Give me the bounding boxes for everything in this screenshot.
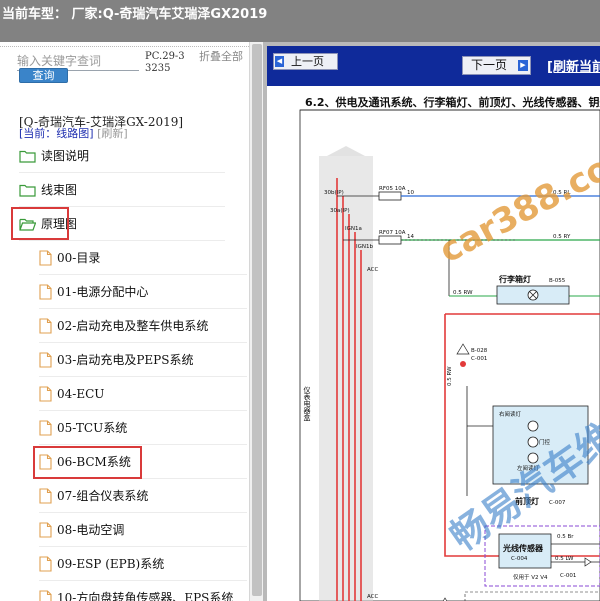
collapse-all-link[interactable]: 折叠全部 bbox=[199, 51, 243, 63]
fuse-rf07 bbox=[378, 235, 402, 245]
wiring-diagram: 30b(IP) 30a(IP) IGN1a IGN1b ACC RF05 10A… bbox=[299, 109, 600, 601]
pc-info-text: PC.29-33235 bbox=[145, 51, 185, 74]
tree-item-read-guide[interactable]: 读图说明 bbox=[19, 139, 225, 173]
title-bar: 当前车型： 厂家:Q-奇瑞汽车艾瑞泽GX2019 bbox=[0, 0, 600, 42]
connector-label-b028: B-028 bbox=[471, 348, 488, 354]
document-icon bbox=[39, 555, 52, 572]
tree-item-schematics[interactable]: 原理图 bbox=[19, 207, 225, 241]
wire-label-ry: 0.5 RY bbox=[553, 234, 571, 240]
light-sensor-code: C-004 bbox=[511, 556, 528, 562]
sidebar-scrollbar[interactable] bbox=[249, 42, 263, 601]
tree-item-00[interactable]: 00-目录 bbox=[39, 241, 247, 275]
diagram-viewer: ◀ 上一页 下一页 ▶ [刷新当前 30b(IP) 30a(IP) IGN1a … bbox=[263, 42, 600, 601]
sidebar-scroll-thumb[interactable] bbox=[252, 44, 262, 596]
tree-item-label: 04-ECU bbox=[57, 386, 105, 401]
wire-label-br: 0.5 Br bbox=[557, 534, 574, 540]
light-sensor-note: 仅用于 V2 V4 bbox=[513, 573, 548, 581]
document-icon bbox=[39, 419, 52, 436]
document-icon bbox=[39, 249, 52, 266]
tree-item-label: 06-BCM系统 bbox=[57, 455, 131, 469]
tree-item-09[interactable]: 09-ESP (EPB)系统 bbox=[39, 547, 247, 581]
search-button[interactable]: 查询 bbox=[19, 68, 68, 83]
current-vehicle-title: 当前车型： 厂家:Q-奇瑞汽车艾瑞泽GX2019 bbox=[2, 7, 268, 22]
prev-page-label: 上一页 bbox=[291, 55, 324, 68]
fuse-box-area bbox=[319, 156, 373, 601]
fuse-rf05 bbox=[378, 191, 402, 201]
tree-item-label: 01-电源分配中心 bbox=[57, 285, 149, 299]
tree-item-label: 05-TCU系统 bbox=[57, 421, 128, 435]
fuse-label-rf07: RF07 10A bbox=[379, 230, 406, 236]
connector-label-c001: C-001 bbox=[471, 356, 487, 362]
tree-item-07[interactable]: 07-组合仪表系统 bbox=[39, 479, 247, 513]
front-lamp-label: 前顶灯 bbox=[515, 496, 539, 506]
folder-open-icon bbox=[19, 218, 36, 231]
bottom-acc-label: ACC bbox=[367, 594, 379, 600]
document-icon bbox=[39, 487, 52, 504]
power-label-30a: 30a(IP) bbox=[330, 208, 350, 214]
fuse-box-side-label: 仪表电器盒 bbox=[303, 386, 311, 421]
arrow-right-icon: ▶ bbox=[518, 60, 528, 71]
power-label-ign1b: IGN1b bbox=[356, 244, 373, 250]
tree-item-04[interactable]: 04-ECU bbox=[39, 377, 247, 411]
next-page-label: 下一页 bbox=[471, 58, 508, 72]
tree-item-label: 原理图 bbox=[41, 217, 78, 231]
tree-item-label: 线束图 bbox=[41, 183, 78, 197]
trunk-lamp-label: 行李箱灯 bbox=[498, 274, 531, 284]
document-icon bbox=[39, 521, 52, 538]
wire-label-lw: 0.5 LW bbox=[555, 556, 574, 562]
tree-item-label: 读图说明 bbox=[41, 149, 90, 163]
tree-item-harness[interactable]: 线束图 bbox=[19, 173, 225, 207]
front-lamp-code: C-007 bbox=[549, 500, 566, 506]
tree-item-03[interactable]: 03-启动充电及PEPS系统 bbox=[39, 343, 247, 377]
sidebar-top-rule bbox=[0, 46, 249, 47]
wire-label-rl: 0.5 RL bbox=[553, 190, 571, 196]
tree-item-08[interactable]: 08-电动空调 bbox=[39, 513, 247, 547]
tree-item-05[interactable]: 05-TCU系统 bbox=[39, 411, 247, 445]
wire-label-rw-1: 0.5 RW bbox=[453, 290, 473, 296]
connector-label-c001-2: C-001 bbox=[560, 573, 576, 579]
tree-item-01[interactable]: 01-电源分配中心 bbox=[39, 275, 247, 309]
diagram-heading: 6.2、供电及通讯系统、行李箱灯、前顶灯、光线传感器、钥匙 bbox=[305, 96, 600, 109]
tree-item-label: 02-启动充电及整车供电系统 bbox=[57, 319, 209, 333]
tree-item-label: 08-电动空调 bbox=[57, 523, 125, 537]
pin-number-14: 14 bbox=[407, 234, 414, 240]
document-icon bbox=[39, 589, 52, 601]
prev-page-button[interactable]: ◀ 上一页 bbox=[273, 53, 338, 70]
viewer-toolbar: ◀ 上一页 下一页 ▶ [刷新当前 bbox=[267, 46, 600, 86]
sidebar: 查询 PC.29-33235 折叠全部 [Q-奇瑞汽车-艾瑞泽GX-2019] … bbox=[0, 42, 249, 601]
arrow-left-icon: ◀ bbox=[275, 56, 284, 67]
fuse-label-rf05: RF05 10A bbox=[379, 186, 406, 192]
tree-item-label: 09-ESP (EPB)系统 bbox=[57, 557, 165, 571]
front-lamp-switch-right: 右阅读灯 bbox=[499, 410, 522, 418]
power-label-acc: ACC bbox=[367, 267, 379, 273]
folder-icon bbox=[19, 184, 36, 197]
document-icon bbox=[39, 385, 52, 402]
document-icon bbox=[39, 453, 52, 470]
front-lamp-switch-left: 左阅读灯 bbox=[517, 464, 540, 472]
trunk-lamp-code: B-055 bbox=[549, 278, 566, 284]
power-label-30b: 30b(IP) bbox=[324, 190, 344, 196]
refresh-current-link[interactable]: [刷新当前 bbox=[547, 56, 600, 75]
document-icon bbox=[39, 317, 52, 334]
tree-item-label: 00-目录 bbox=[57, 251, 101, 265]
tree-item-06[interactable]: 06-BCM系统 bbox=[39, 445, 247, 479]
front-lamp-switch-door: 门控 bbox=[539, 438, 551, 446]
tree-item-10[interactable]: 10-方向盘转角传感器、EPS系统 bbox=[39, 581, 247, 601]
tree-item-label: 07-组合仪表系统 bbox=[57, 489, 149, 503]
folder-icon bbox=[19, 150, 36, 163]
tree-item-label: 10-方向盘转角传感器、EPS系统 bbox=[57, 591, 234, 601]
pin-number-10: 10 bbox=[407, 190, 414, 196]
tree-item-label: 03-启动充电及PEPS系统 bbox=[57, 353, 194, 367]
diagram-page: 30b(IP) 30a(IP) IGN1a IGN1b ACC RF05 10A… bbox=[267, 86, 600, 601]
light-sensor-label: 光线传感器 bbox=[502, 543, 544, 553]
wire-label-rw-2: 0.5 RW bbox=[447, 366, 453, 386]
next-page-button[interactable]: 下一页 ▶ bbox=[462, 56, 531, 75]
tree-item-02[interactable]: 02-启动充电及整车供电系统 bbox=[39, 309, 247, 343]
document-icon bbox=[39, 283, 52, 300]
power-label-ign1a: IGN1a bbox=[345, 226, 362, 232]
document-icon bbox=[39, 351, 52, 368]
